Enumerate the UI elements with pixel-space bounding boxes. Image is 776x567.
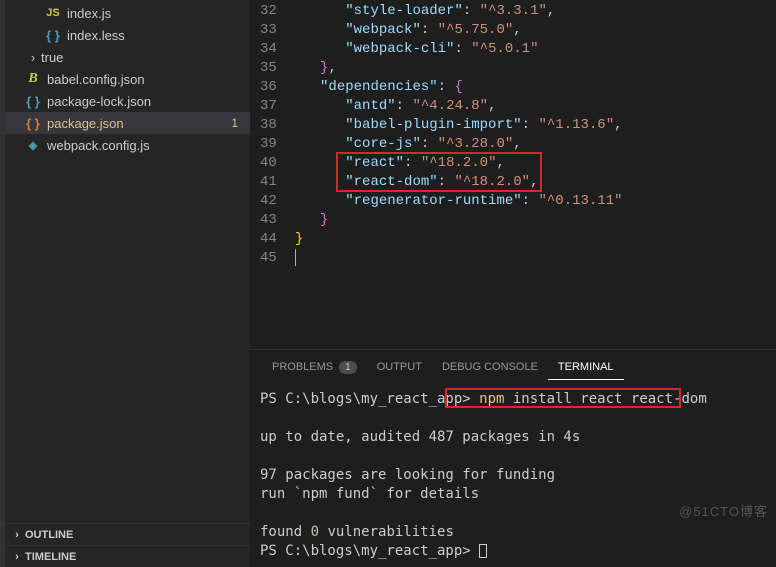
tree-row[interactable]: { } index.less — [5, 24, 250, 46]
line-gutter: 3233343536373839404142434445 — [250, 0, 295, 349]
json-icon: { } — [25, 93, 41, 109]
babel-icon: B — [25, 71, 41, 87]
js-icon: JS — [45, 5, 61, 21]
tree-row[interactable]: ◈ webpack.config.js — [5, 134, 250, 156]
tab-terminal-label: TERMINAL — [558, 361, 614, 373]
tab-problems[interactable]: PROBLEMS 1 — [262, 355, 367, 380]
tab-terminal[interactable]: TERMINAL — [548, 355, 624, 380]
terminal-line — [260, 447, 766, 466]
file-label: package-lock.json — [47, 94, 250, 109]
timeline-label: TIMELINE — [25, 551, 76, 563]
file-label: webpack.config.js — [47, 138, 250, 153]
terminal-line: found 0 vulnerabilities — [260, 523, 766, 542]
outline-section[interactable]: › OUTLINE — [5, 523, 250, 545]
watermark: @51CTO博客 — [679, 502, 768, 521]
file-label: package.json — [47, 116, 231, 131]
tab-output[interactable]: OUTPUT — [367, 355, 432, 379]
problems-count-badge: 1 — [339, 361, 357, 374]
terminal-content[interactable]: PS C:\blogs\my_react_app> npm install re… — [250, 384, 776, 567]
tab-debug[interactable]: DEBUG CONSOLE — [432, 355, 548, 379]
chevron-right-icon: › — [9, 551, 25, 563]
chevron-right-icon: › — [9, 529, 25, 541]
panel-tabs: PROBLEMS 1 OUTPUT DEBUG CONSOLE TERMINAL — [250, 350, 776, 384]
outline-label: OUTLINE — [25, 529, 73, 541]
terminal-prompt: PS C:\blogs\my_react_app> — [260, 543, 479, 559]
terminal-cursor — [479, 544, 487, 558]
tree-row[interactable]: Bbabel.config.json — [5, 68, 250, 90]
file-label: index.js — [67, 6, 250, 21]
terminal-cmd-npm: npm — [479, 391, 504, 407]
tab-problems-label: PROBLEMS — [272, 361, 333, 373]
file-label: true — [41, 50, 250, 65]
tab-output-label: OUTPUT — [377, 361, 422, 373]
code-content[interactable]: "style-loader": "^3.3.1", "webpack": "^5… — [295, 0, 776, 349]
tab-debug-label: DEBUG CONSOLE — [442, 361, 538, 373]
timeline-section[interactable]: › TIMELINE — [5, 545, 250, 567]
tree-row[interactable]: JS index.js — [5, 2, 250, 24]
terminal-prompt: PS C:\blogs\my_react_app> — [260, 391, 479, 407]
file-label: index.less — [67, 28, 250, 43]
terminal-line: 97 packages are looking for funding — [260, 466, 766, 485]
json-icon: { } — [45, 27, 61, 43]
explorer-tree: JSindex.js{ }index.less›trueBbabel.confi… — [5, 0, 250, 523]
json-icon: { } — [25, 115, 41, 131]
editor[interactable]: 3233343536373839404142434445 "style-load… — [250, 0, 776, 349]
tree-row[interactable]: { } package.json1 — [5, 112, 250, 134]
webpack-icon: ◈ — [25, 137, 41, 153]
chevron-right-icon: › — [25, 50, 41, 65]
terminal-cmd-args: install react react-dom — [504, 391, 706, 407]
tree-row[interactable]: { } package-lock.json — [5, 90, 250, 112]
bottom-panel: PROBLEMS 1 OUTPUT DEBUG CONSOLE TERMINAL… — [250, 349, 776, 567]
sidebar: JSindex.js{ }index.less›trueBbabel.confi… — [5, 0, 250, 567]
terminal-line: up to date, audited 487 packages in 4s — [260, 428, 766, 447]
terminal-line — [260, 409, 766, 428]
git-badge: 1 — [231, 116, 238, 130]
main-area: 3233343536373839404142434445 "style-load… — [250, 0, 776, 567]
file-label: babel.config.json — [47, 72, 250, 87]
tree-row[interactable]: ›true — [5, 46, 250, 68]
